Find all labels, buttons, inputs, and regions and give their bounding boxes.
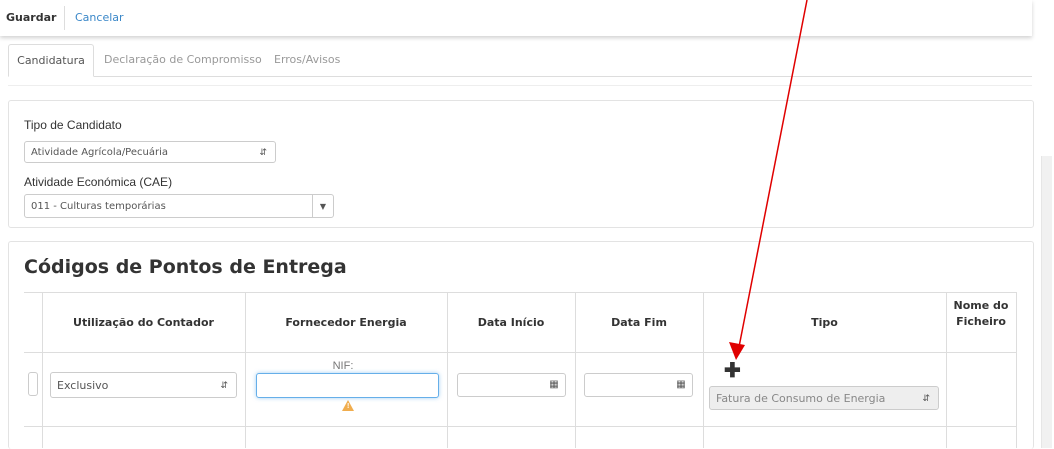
cae-label: Atividade Económica (CAE) (24, 175, 173, 189)
tab-bar: Candidatura Declaração de Compromisso Er… (8, 44, 1032, 77)
tipo-select[interactable]: Fatura de Consumo de Energia ⇵ (709, 386, 939, 410)
tipo-candidato-label: Tipo de Candidato (24, 118, 122, 132)
scrollbar-thumb[interactable] (1041, 156, 1052, 448)
chevron-updown-icon: ⇵ (220, 381, 228, 391)
tab-candidatura[interactable]: Candidatura (8, 44, 94, 77)
cancel-button[interactable]: Cancelar (75, 11, 124, 24)
toolbar: Guardar Cancelar (0, 0, 1032, 36)
cae-select[interactable]: 011 - Culturas temporárias ▼ (24, 194, 334, 218)
calendar-icon[interactable]: ▦ (670, 374, 692, 396)
header-data-inicio: Data Início (477, 316, 545, 329)
utilizacao-value: Exclusivo (57, 379, 109, 392)
divider (8, 85, 1032, 86)
header-fornecedor: Fornecedor Energia (285, 316, 407, 329)
plus-icon[interactable]: ✚ (724, 361, 741, 381)
toolbar-divider (64, 6, 65, 30)
data-fim-input[interactable]: ▦ (584, 373, 693, 397)
table-col-divider (946, 292, 947, 448)
data-inicio-input[interactable]: ▦ (457, 373, 566, 397)
cae-value: 011 - Culturas temporárias (31, 201, 166, 212)
header-data-fim: Data Fim (611, 316, 667, 329)
table-header-border (24, 352, 1016, 353)
tipo-candidato-value: Atividade Agrícola/Pecuária (31, 147, 168, 158)
table-col-divider (1016, 292, 1017, 448)
utilizacao-select[interactable]: Exclusivo ⇵ (50, 372, 237, 398)
warning-icon: ! (342, 400, 354, 411)
table-top-border (24, 292, 1016, 293)
chevron-updown-icon: ⇵ (922, 394, 930, 404)
header-nome-ficheiro: Nome do Ficheiro (953, 299, 1009, 328)
tab-declaracao-compromisso[interactable]: Declaração de Compromisso (104, 44, 262, 75)
header-tipo: Tipo (811, 316, 838, 329)
caret-down-icon: ▼ (312, 195, 333, 217)
calendar-icon[interactable]: ▦ (543, 374, 565, 396)
nif-label: NIF: (332, 360, 354, 372)
save-button[interactable]: Guardar (6, 11, 56, 24)
chevron-updown-icon: ⇵ (259, 148, 267, 158)
table-row-border (24, 426, 1016, 427)
nif-input[interactable] (256, 373, 439, 398)
header-utilizacao: Utilização do Contador (73, 316, 214, 329)
row-cutoff-input[interactable] (28, 372, 38, 396)
tab-erros-avisos[interactable]: Erros/Avisos (274, 44, 340, 75)
section-title: Códigos de Pontos de Entrega (24, 256, 347, 278)
tipo-candidato-select[interactable]: Atividade Agrícola/Pecuária ⇵ (24, 141, 276, 163)
tipo-value: Fatura de Consumo de Energia (716, 392, 886, 405)
